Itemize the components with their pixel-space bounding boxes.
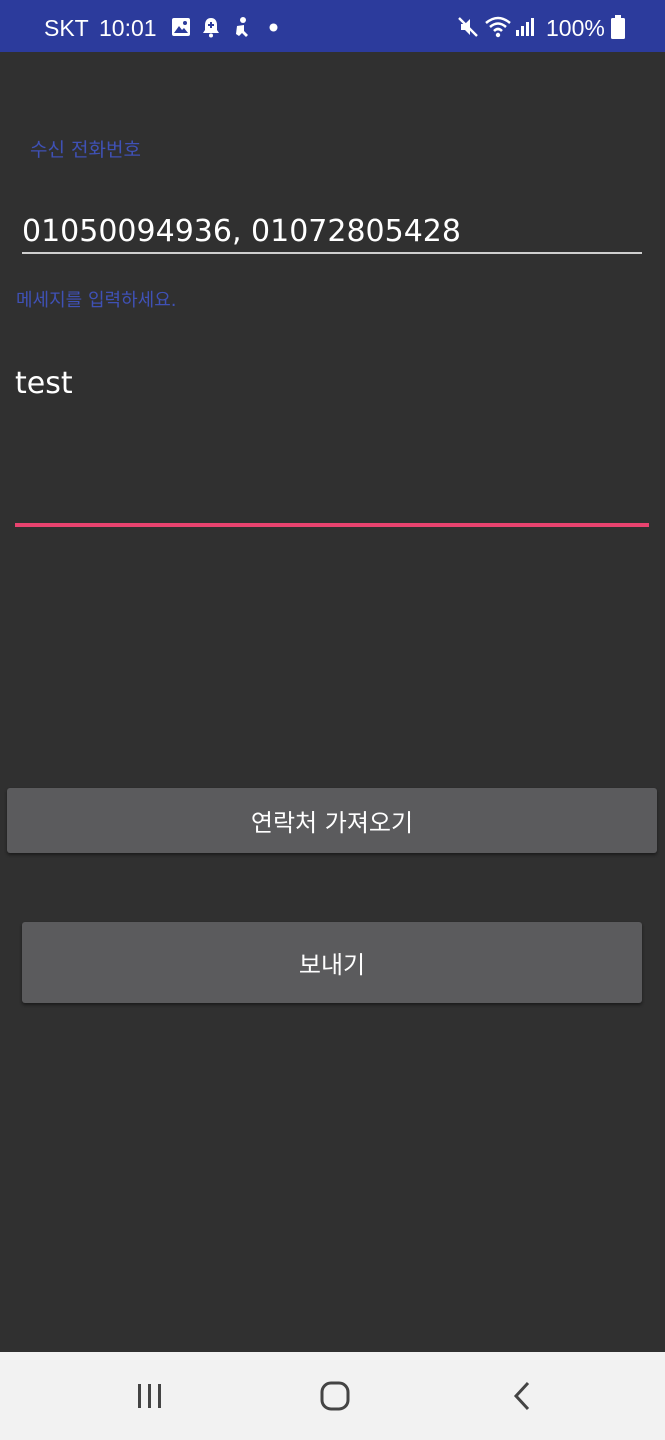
battery-icon [611,15,625,39]
battery-percent: 100% [546,15,605,41]
status-bar: SKT 10:01 100% [0,0,665,52]
home-icon [320,1381,350,1411]
notification-bell-icon [203,18,219,38]
signal-icon [516,18,534,36]
carrier-name: SKT [44,15,89,41]
mute-icon [458,17,478,37]
clock: 10:01 [99,15,157,41]
import-contacts-button[interactable]: 연락처 가져오기 [7,788,657,853]
send-button[interactable]: 보내기 [22,922,642,1003]
back-button[interactable] [462,1352,582,1440]
recipient-label: 수신 전화번호 [30,139,141,161]
recent-apps-icon [138,1384,161,1408]
message-input[interactable]: test [15,362,649,527]
back-icon [513,1381,530,1411]
wifi-icon [485,16,511,38]
accessibility-icon [236,17,248,37]
message-label: 메세지를 입력하세요. [16,290,177,311]
recipient-phone-input[interactable] [22,210,642,254]
navigation-bar [0,1352,665,1440]
recent-apps-button[interactable] [90,1352,210,1440]
gallery-icon [172,18,190,36]
home-button[interactable] [275,1352,395,1440]
dot-icon [269,23,278,32]
